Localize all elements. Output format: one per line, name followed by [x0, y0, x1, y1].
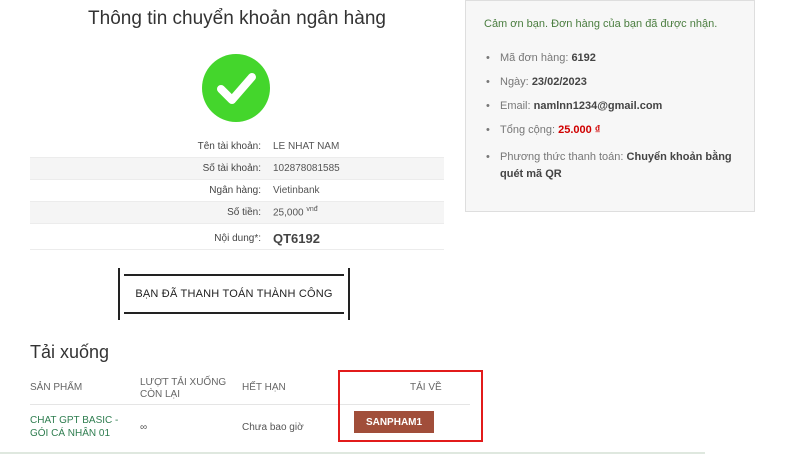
order-email-item: • Email: namlnn1234@gmail.com [486, 100, 663, 112]
highlight-annotation-box [338, 370, 483, 442]
order-id-value: 6192 [571, 52, 596, 64]
col-header-expires: HẾT HẠN [242, 382, 286, 393]
account-number-label: Số tài khoản: [202, 163, 261, 174]
account-name-row: Tên tài khoản: LE NHAT NAM [30, 136, 444, 158]
order-total-label: Tổng cộng: [500, 124, 556, 136]
payment-success-button[interactable]: BẠN ĐÃ THANH TOÁN THÀNH CÔNG [118, 268, 350, 320]
account-name-label: Tên tài khoản: [197, 141, 261, 152]
payment-method-label: Phương thức thanh toán: [500, 151, 624, 163]
order-email-value: namlnn1234@gmail.com [533, 100, 663, 112]
account-number-row: Số tài khoản: 102878081585 [30, 158, 444, 180]
bottom-divider [0, 452, 705, 454]
amount-unit: vnđ [306, 206, 318, 214]
bank-name-label: Ngân hàng: [209, 185, 261, 196]
order-date-item: • Ngày: 23/02/2023 [486, 76, 587, 88]
amount-row: Số tiền: 25,000 vnđ [30, 202, 444, 224]
amount-label: Số tiền: [227, 207, 261, 218]
button-frame-left [118, 268, 120, 320]
downloads-title: Tải xuống [30, 342, 110, 362]
payment-method-item: • Phương thức thanh toán: Chuyển khoản b… [486, 151, 732, 180]
order-id-label: Mã đơn hàng: [500, 52, 569, 64]
order-id-item: • Mã đơn hàng: 6192 [486, 52, 596, 64]
order-total-value: 25.000 ₫ [558, 124, 601, 136]
order-date-value: 23/02/2023 [531, 76, 587, 88]
expires-value: Chưa bao giờ [242, 422, 304, 433]
payment-success-label: BẠN ĐÃ THANH TOÁN THÀNH CÔNG [135, 288, 333, 300]
account-number-value: 102878081585 [273, 163, 340, 174]
success-check-icon [202, 54, 270, 122]
bank-name-row: Ngân hàng: Vietinbank [30, 180, 444, 202]
bank-name-value: Vietinbank [273, 185, 320, 196]
transfer-content-label: Nội dung*: [214, 233, 261, 244]
transfer-content-value: QT6192 [273, 231, 320, 246]
thank-you-message: Cảm ơn bạn. Đơn hàng của bạn đã được nhậ… [484, 18, 718, 30]
product-link[interactable]: CHAT GPT BASIC - GÓI CÁ NHÂN 01 [30, 414, 125, 440]
bank-info-title: Thông tin chuyển khoản ngân hàng [88, 8, 386, 29]
order-total-item: • Tổng cộng: 25.000 ₫ [486, 124, 601, 136]
transfer-content-row: Nội dung*: QT6192 [30, 228, 444, 250]
downloads-remaining-value: ∞ [140, 422, 148, 433]
button-frame-right [348, 268, 350, 320]
order-email-label: Email: [500, 100, 531, 112]
col-header-remaining: LƯỢT TẢI XUỐNG CÒN LẠI [140, 377, 227, 400]
amount-value: 25,000 vnđ [273, 206, 318, 219]
account-name-value: LE NHAT NAM [273, 141, 340, 152]
order-date-label: Ngày: [500, 76, 529, 88]
col-header-product: SẢN PHẨM [30, 382, 83, 393]
